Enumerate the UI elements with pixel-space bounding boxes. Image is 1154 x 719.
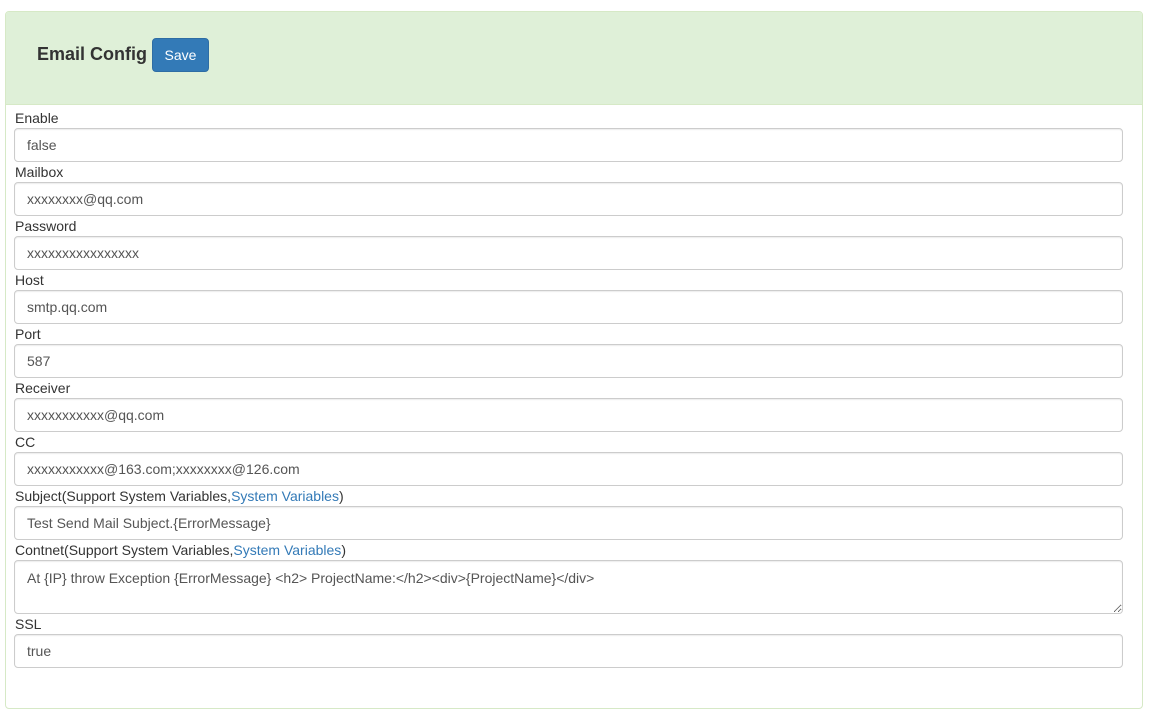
subject-label-prefix: Subject(Support System Variables, — [15, 488, 232, 504]
port-label: Port — [15, 326, 41, 342]
subject-label: Subject(Support System Variables,System … — [14, 486, 1124, 506]
password-group: Password — [14, 216, 1124, 270]
mailbox-group: Mailbox — [14, 162, 1124, 216]
page-title: Email Config — [37, 44, 148, 64]
ssl-group: SSL — [14, 614, 1124, 668]
content-system-variables-link[interactable]: System Variables — [233, 542, 341, 558]
subject-field[interactable] — [14, 506, 1123, 540]
subject-label-suffix: ) — [338, 488, 344, 504]
content-label-prefix: Contnet(Support System Variables, — [15, 542, 234, 558]
cc-group: CC — [14, 432, 1124, 486]
subject-system-variables-link[interactable]: System Variables — [231, 488, 339, 504]
password-label: Password — [15, 218, 77, 234]
port-group: Port — [14, 324, 1124, 378]
receiver-field[interactable] — [14, 398, 1123, 432]
receiver-group: Receiver — [14, 378, 1124, 432]
content-group: Contnet(Support System Variables,System … — [14, 540, 1124, 614]
enable-group: Enable — [14, 108, 1124, 162]
host-label: Host — [15, 272, 44, 288]
host-group: Host — [14, 270, 1124, 324]
password-field[interactable] — [14, 236, 1123, 270]
subject-group: Subject(Support System Variables,System … — [14, 486, 1124, 540]
mailbox-label: Mailbox — [15, 164, 64, 180]
enable-label: Enable — [15, 110, 59, 126]
content-textarea[interactable]: At {IP} throw Exception {ErrorMessage} <… — [14, 560, 1123, 614]
content-label-suffix: ) — [341, 542, 346, 558]
receiver-label: Receiver — [15, 380, 71, 396]
ssl-label: SSL — [15, 616, 42, 632]
save-button[interactable]: Save — [152, 38, 209, 72]
cc-field[interactable] — [14, 452, 1123, 486]
config-form: Enable Mailbox Password Host Port Receiv… — [14, 108, 1124, 668]
content-label: Contnet(Support System Variables,System … — [14, 540, 1124, 560]
ssl-field[interactable] — [14, 634, 1123, 668]
panel-header: Email Config Save — [6, 12, 1142, 105]
host-field[interactable] — [14, 290, 1123, 324]
cc-label: CC — [15, 434, 36, 450]
enable-field[interactable] — [14, 128, 1123, 162]
mailbox-field[interactable] — [14, 182, 1123, 216]
port-field[interactable] — [14, 344, 1123, 378]
